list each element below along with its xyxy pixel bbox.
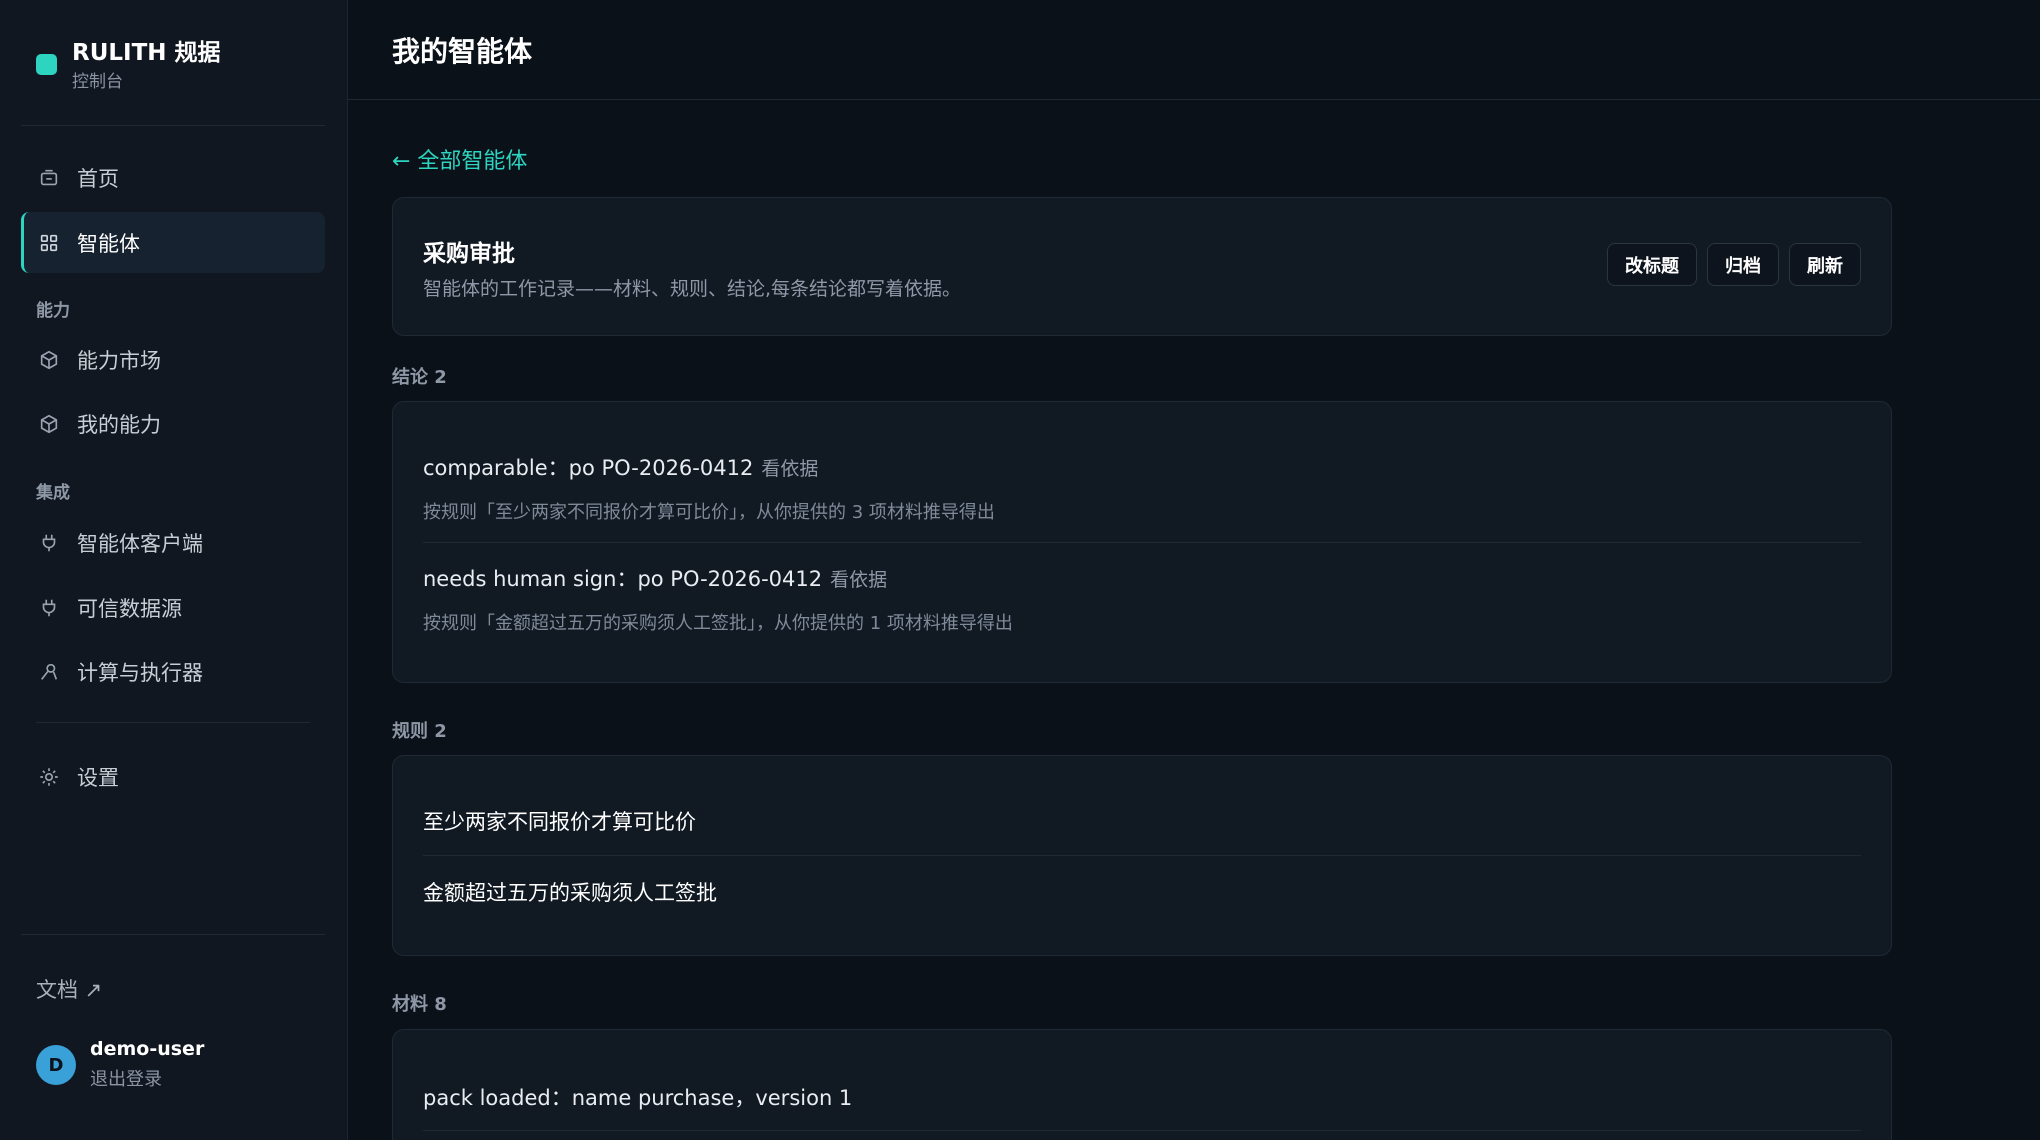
brand-subtitle: 控制台	[72, 72, 123, 92]
agent-description: 智能体的工作记录——材料、规则、结论,每条结论都写着依据。	[423, 278, 962, 300]
home-icon	[37, 166, 61, 190]
cube-icon	[37, 348, 61, 372]
back-to-all-agents-link[interactable]: ← 全部智能体	[392, 143, 527, 175]
sidebar-item-my-capability[interactable]: 我的能力	[21, 393, 325, 454]
sidebar-item-agents[interactable]: 智能体	[21, 212, 325, 273]
gear-icon	[37, 765, 61, 789]
conclusions-heading: 结论 2	[392, 367, 447, 388]
rename-button[interactable]: 改标题	[1607, 243, 1697, 286]
sidebar-item-label: 智能体客户端	[77, 531, 203, 556]
logout-link[interactable]: 退出登录	[90, 1066, 204, 1094]
row-divider	[423, 855, 1861, 856]
brand-name: RULITH 规据	[72, 40, 221, 66]
user-block: D demo-user 退出登录	[36, 1036, 204, 1094]
agent-actions: 改标题 归档 刷新	[1607, 243, 1861, 286]
conclusion-text: comparable：po PO-2026-0412	[423, 456, 754, 480]
user-name: demo-user	[90, 1038, 205, 1060]
sidebar-item-executor[interactable]: 计算与执行器	[21, 641, 325, 702]
grid-icon	[37, 231, 61, 255]
sidebar-divider	[21, 125, 325, 126]
sidebar-item-label: 计算与执行器	[77, 660, 203, 685]
sidebar-item-label: 我的能力	[77, 412, 161, 437]
sidebar-item-settings[interactable]: 设置	[21, 746, 325, 807]
sidebar-item-label: 可信数据源	[77, 596, 182, 621]
materials-card: pack loaded：name purchase，version 1	[392, 1029, 1892, 1140]
agent-header-card: 采购审批 智能体的工作记录——材料、规则、结论,每条结论都写着依据。 改标题 归…	[392, 197, 1892, 336]
rule-item: 金额超过五万的采购须人工签批	[423, 881, 717, 905]
sidebar-section-capability: 能力	[36, 301, 70, 321]
brand[interactable]: RULITH 规据 控制台	[36, 38, 221, 94]
material-item: pack loaded：name purchase，version 1	[423, 1086, 853, 1110]
agent-title: 采购审批	[423, 241, 515, 267]
sidebar-item-trusted-datasource[interactable]: 可信数据源	[21, 577, 325, 638]
sidebar-item-agent-client[interactable]: 智能体客户端	[21, 512, 325, 573]
topbar: 我的智能体	[348, 0, 2040, 100]
sidebar: RULITH 规据 控制台 首页 智能体 能力 能力市场 我的能力 集成 智能体…	[0, 0, 348, 1140]
docs-link[interactable]: 文档 ↗	[36, 974, 102, 1004]
conclusion-item: needs human sign：po PO-2026-0412 看依据 按规则「…	[423, 563, 1861, 635]
archive-button[interactable]: 归档	[1707, 243, 1779, 286]
rules-card: 至少两家不同报价才算可比价 金额超过五万的采购须人工签批	[392, 755, 1892, 956]
view-evidence-link[interactable]: 看依据	[830, 569, 887, 591]
sidebar-section-integration: 集成	[36, 483, 70, 503]
sidebar-item-capability-market[interactable]: 能力市场	[21, 329, 325, 390]
tool-icon	[37, 660, 61, 684]
sidebar-item-label: 首页	[77, 166, 119, 191]
conclusion-detail: 按规则「至少两家不同报价才算可比价」，从你提供的 3 项材料推导得出	[423, 502, 995, 523]
conclusion-detail: 按规则「金额超过五万的采购须人工签批」，从你提供的 1 项材料推导得出	[423, 613, 1013, 634]
sidebar-divider	[36, 722, 310, 723]
rules-heading: 规则 2	[392, 721, 447, 742]
sidebar-divider	[21, 934, 325, 935]
row-divider	[423, 1130, 1861, 1131]
avatar[interactable]: D	[36, 1045, 76, 1085]
brand-logo-icon	[36, 54, 57, 75]
rule-item: 至少两家不同报价才算可比价	[423, 810, 696, 834]
page-title: 我的智能体	[392, 35, 533, 68]
sidebar-item-home[interactable]: 首页	[21, 147, 325, 208]
cube-icon	[37, 412, 61, 436]
main-content: 我的智能体 ← 全部智能体 采购审批 智能体的工作记录——材料、规则、结论,每条…	[348, 0, 2040, 1140]
materials-heading: 材料 8	[392, 994, 447, 1015]
row-divider	[423, 542, 1861, 543]
conclusions-card: comparable：po PO-2026-0412 看依据 按规则「至少两家不同…	[392, 401, 1892, 683]
conclusion-text: needs human sign：po PO-2026-0412	[423, 567, 823, 591]
view-evidence-link[interactable]: 看依据	[761, 458, 818, 480]
sidebar-item-label: 设置	[77, 765, 119, 790]
plug-icon	[37, 531, 61, 555]
conclusion-item: comparable：po PO-2026-0412 看依据 按规则「至少两家不同…	[423, 452, 1861, 524]
sidebar-item-label: 智能体	[77, 231, 140, 256]
plug-icon	[37, 596, 61, 620]
sidebar-item-label: 能力市场	[77, 348, 161, 373]
refresh-button[interactable]: 刷新	[1789, 243, 1861, 286]
